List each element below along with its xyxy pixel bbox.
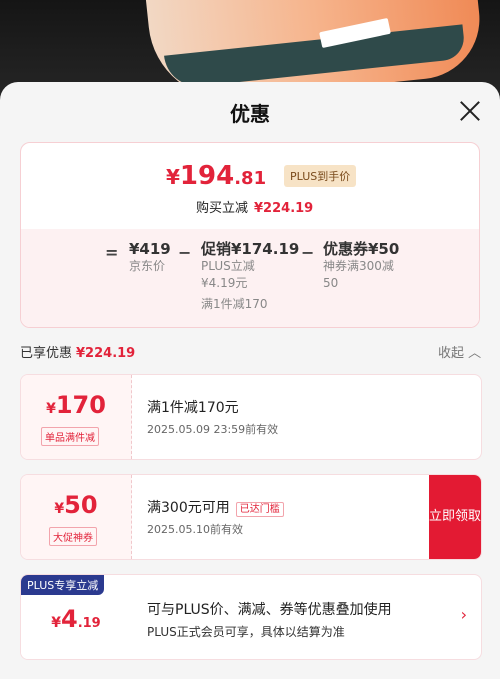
coupon-title: 满300元可用 已达门槛	[147, 497, 284, 517]
minus-sign-2: −	[301, 243, 315, 262]
promo-price: 促销¥174.19 PLUS立减 ¥4.19元 满1件减170	[201, 240, 300, 312]
plus-price-tag: PLUS到手价	[284, 165, 357, 187]
claim-button[interactable]: 立即领取	[429, 475, 481, 559]
coupon-card-promo: ¥50 大促神券 满300元可用 已达门槛 2025.05.10前有效 立即领取	[20, 474, 482, 560]
coupon-type-tag: 单品满件减	[41, 427, 99, 446]
minus-sign: −	[178, 243, 192, 262]
coupon-type-tag: 大促神券	[49, 527, 97, 546]
instant-discount-line: 购买立减 ¥224.19	[196, 201, 314, 216]
coupon-title: 满1件减170元	[147, 400, 239, 416]
coupon-validity: 2025.05.09 23:59前有效	[147, 423, 279, 436]
base-price: ¥419 京东价	[129, 240, 171, 274]
coupon-amount: ¥50	[54, 491, 98, 519]
collapse-toggle[interactable]: 收起 ︿	[438, 342, 481, 361]
discount-sheet: 优惠 ¥194.81 PLUS到手价 购买立减 ¥224.19 = ¥419 京东…	[0, 82, 500, 679]
close-icon[interactable]	[455, 96, 485, 126]
coupon-price: 优惠券¥50 神券满300减 50	[323, 240, 400, 291]
chevron-right-icon[interactable]: ›	[461, 605, 467, 624]
plus-ribbon: PLUS专享立减	[21, 575, 105, 595]
coupon-amount: ¥170	[46, 391, 106, 419]
equals-sign: =	[105, 243, 119, 262]
enjoyed-discount: 已享优惠 ¥224.19	[20, 346, 136, 361]
plus-title: 可与PLUS价、满减、券等优惠叠加使用	[147, 602, 392, 618]
coupon-amount: ¥4.19	[51, 605, 101, 633]
coupon-card-full-reduction: ¥170 单品满件减 满1件减170元 2025.05.09 23:59前有效	[20, 374, 482, 460]
price-summary: ¥194.81 PLUS到手价 购买立减 ¥224.19 = ¥419 京东价 −…	[20, 142, 480, 328]
plus-discount-card[interactable]: PLUS专享立减 ¥4.19 可与PLUS价、满减、券等优惠叠加使用 PLUS正…	[20, 574, 482, 660]
final-price: ¥194.81	[166, 161, 267, 191]
threshold-badge: 已达门槛	[235, 502, 284, 517]
coupon-validity: 2025.05.10前有效	[147, 523, 243, 536]
sheet-title: 优惠	[230, 102, 270, 126]
plus-note: PLUS正式会员可享，具体以结算为准	[147, 625, 345, 639]
